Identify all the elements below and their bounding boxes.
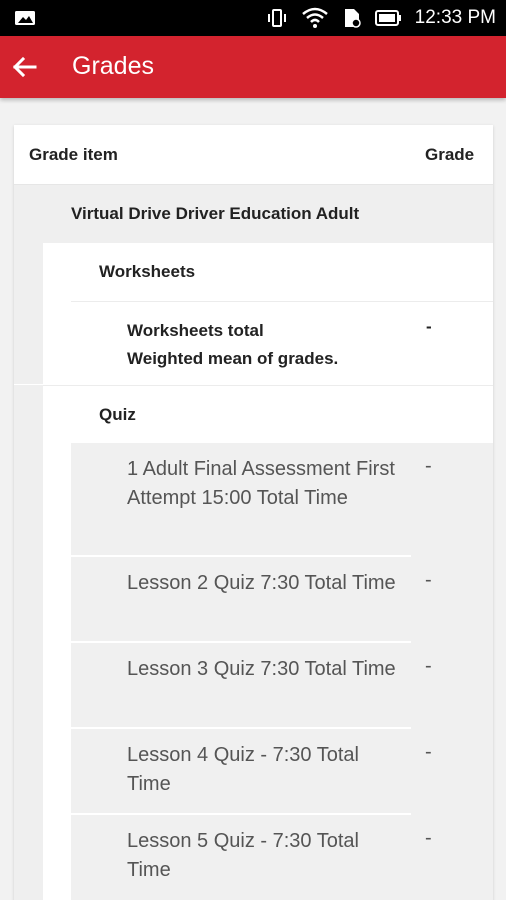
- course-row: Virtual Drive Driver Education Adult: [14, 185, 493, 243]
- status-bar: 12:33 PM: [0, 0, 506, 36]
- course-name: Virtual Drive Driver Education Adult: [71, 204, 360, 223]
- grade-item-row: Lesson 4 Quiz - 7:30 Total Time -: [71, 729, 493, 815]
- category-total-row: Worksheets total Weighted mean of grades…: [71, 301, 493, 385]
- sim-icon: [344, 9, 361, 28]
- category-row-worksheets: Worksheets: [43, 243, 493, 301]
- vibrate-icon: [267, 9, 286, 27]
- grade-item-name: Lesson 3 Quiz 7:30 Total Time: [127, 658, 396, 680]
- category-name: Quiz: [99, 405, 136, 424]
- indent-strip: [43, 443, 71, 900]
- grade-item-row: 1 Adult Final Assessment First Attempt 1…: [71, 443, 493, 557]
- grade-item-grade: -: [425, 655, 432, 677]
- arrow-back-icon[interactable]: [8, 51, 40, 83]
- grade-item-grade: -: [425, 569, 432, 591]
- grade-item-row: Lesson 3 Quiz 7:30 Total Time -: [71, 643, 493, 729]
- category-row-quiz: Quiz: [43, 385, 493, 443]
- total-method: Weighted mean of grades.: [127, 349, 339, 368]
- column-header-grade-item: Grade item: [29, 145, 118, 164]
- status-time: 12:33 PM: [414, 7, 496, 28]
- grade-item-row: Lesson 5 Quiz - 7:30 Total Time -: [71, 815, 493, 900]
- grade-item-name: Lesson 4 Quiz - 7:30 Total Time: [127, 744, 359, 795]
- category-name: Worksheets: [99, 262, 196, 281]
- wifi-icon: [301, 7, 328, 28]
- grade-item-name: Lesson 5 Quiz - 7:30 Total Time: [127, 830, 359, 881]
- total-name: Worksheets total: [127, 321, 264, 340]
- image-icon: [15, 11, 35, 25]
- indent-strip: [14, 243, 43, 384]
- grades-table: Grade item Grade Virtual Drive Driver Ed…: [14, 125, 493, 900]
- grade-item-name: 1 Adult Final Assessment First Attempt 1…: [127, 458, 395, 509]
- grade-item-name: Lesson 2 Quiz 7:30 Total Time: [127, 572, 396, 594]
- grade-item-row: Lesson 2 Quiz 7:30 Total Time -: [71, 557, 493, 643]
- page-title: Grades: [72, 52, 154, 80]
- indent-strip: [14, 385, 43, 900]
- table-header: Grade item Grade: [14, 125, 493, 185]
- app-bar: Grades: [0, 36, 506, 98]
- column-header-grade: Grade: [425, 145, 475, 164]
- grade-item-grade: -: [425, 455, 432, 477]
- grade-item-grade: -: [425, 827, 432, 849]
- battery-icon: [374, 10, 401, 26]
- total-grade: -: [426, 317, 432, 336]
- grade-item-grade: -: [425, 741, 432, 763]
